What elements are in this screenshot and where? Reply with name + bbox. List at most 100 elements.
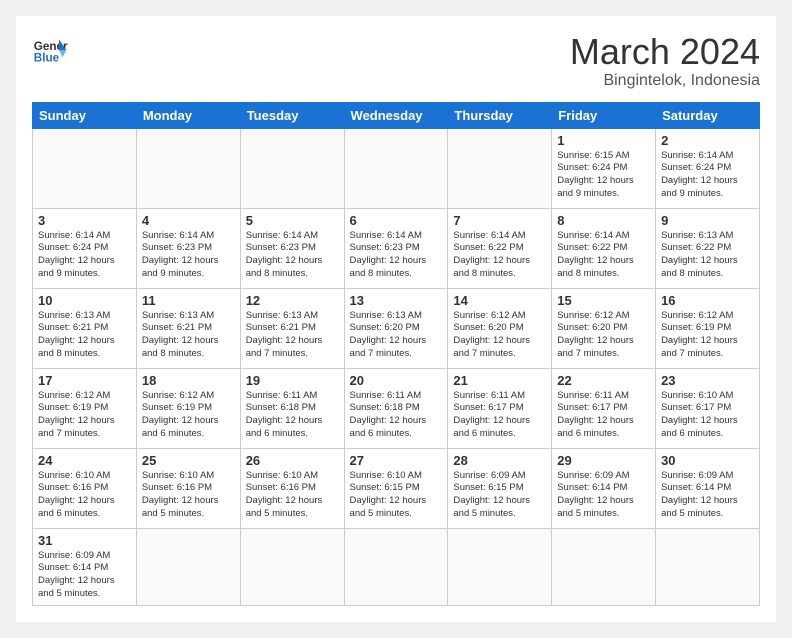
day-number: 22: [557, 373, 650, 388]
day-info: Sunrise: 6:11 AMSunset: 6:17 PMDaylight:…: [453, 390, 530, 439]
day-cell: 19 Sunrise: 6:11 AMSunset: 6:18 PMDayligh…: [240, 368, 344, 448]
day-cell: 24 Sunrise: 6:10 AMSunset: 6:16 PMDayligh…: [33, 448, 137, 528]
day-number: 16: [661, 293, 754, 308]
day-number: 19: [246, 373, 339, 388]
day-number: 9: [661, 213, 754, 228]
day-info: Sunrise: 6:13 AMSunset: 6:21 PMDaylight:…: [142, 310, 219, 359]
day-info: Sunrise: 6:12 AMSunset: 6:19 PMDaylight:…: [661, 310, 738, 359]
day-cell: 12Sunrise: 6:13 AMSunset: 6:21 PMDayligh…: [240, 288, 344, 368]
day-info: Sunrise: 6:13 AMSunset: 6:22 PMDaylight:…: [661, 230, 738, 279]
day-number: 2: [661, 133, 754, 148]
day-cell: [136, 528, 240, 605]
day-number: 10: [38, 293, 131, 308]
day-info: Sunrise: 6:09 AMSunset: 6:15 PMDaylight:…: [453, 470, 530, 519]
week-row-6: 31Sunrise: 6:09 AMSunset: 6:14 PMDayligh…: [33, 528, 760, 605]
week-row-5: 24 Sunrise: 6:10 AMSunset: 6:16 PMDayligh…: [33, 448, 760, 528]
header-row: SundayMondayTuesdayWednesdayThursdayFrid…: [33, 102, 760, 128]
day-number: 24: [38, 453, 131, 468]
col-header-tuesday: Tuesday: [240, 102, 344, 128]
day-cell: 9 Sunrise: 6:13 AMSunset: 6:22 PMDaylight…: [656, 208, 760, 288]
day-cell: 29 Sunrise: 6:09 AMSunset: 6:14 PMDayligh…: [552, 448, 656, 528]
day-cell: 30 Sunrise: 6:09 AMSunset: 6:14 PMDayligh…: [656, 448, 760, 528]
day-cell: 1Sunrise: 6:15 AMSunset: 6:24 PMDaylight…: [552, 128, 656, 208]
day-number: 6: [350, 213, 443, 228]
day-info: Sunrise: 6:11 AMSunset: 6:18 PMDaylight:…: [350, 390, 427, 439]
day-cell: 5 Sunrise: 6:14 AMSunset: 6:23 PMDaylight…: [240, 208, 344, 288]
col-header-wednesday: Wednesday: [344, 102, 448, 128]
day-number: 26: [246, 453, 339, 468]
calendar-header: General Blue March 2024 Bingintelok, Ind…: [32, 32, 760, 90]
day-cell: [448, 528, 552, 605]
day-cell: [448, 128, 552, 208]
col-header-thursday: Thursday: [448, 102, 552, 128]
day-number: 11: [142, 293, 235, 308]
day-cell: [240, 528, 344, 605]
day-info: Sunrise: 6:09 AMSunset: 6:14 PMDaylight:…: [557, 470, 634, 519]
day-info: Sunrise: 6:10 AMSunset: 6:17 PMDaylight:…: [661, 390, 738, 439]
svg-text:Blue: Blue: [34, 52, 60, 65]
day-info: Sunrise: 6:12 AMSunset: 6:19 PMDaylight:…: [142, 390, 219, 439]
day-cell: [344, 128, 448, 208]
day-number: 8: [557, 213, 650, 228]
day-cell: 15 Sunrise: 6:12 AMSunset: 6:20 PMDayligh…: [552, 288, 656, 368]
day-cell: 14Sunrise: 6:12 AMSunset: 6:20 PMDayligh…: [448, 288, 552, 368]
day-info: Sunrise: 6:12 AMSunset: 6:20 PMDaylight:…: [557, 310, 634, 359]
day-cell: 11 Sunrise: 6:13 AMSunset: 6:21 PMDayligh…: [136, 288, 240, 368]
day-number: 13: [350, 293, 443, 308]
day-info: Sunrise: 6:11 AMSunset: 6:18 PMDaylight:…: [246, 390, 323, 439]
day-number: 29: [557, 453, 650, 468]
col-header-friday: Friday: [552, 102, 656, 128]
day-cell: 17Sunrise: 6:12 AMSunset: 6:19 PMDayligh…: [33, 368, 137, 448]
day-number: 23: [661, 373, 754, 388]
day-number: 30: [661, 453, 754, 468]
day-cell: [33, 128, 137, 208]
day-cell: 16 Sunrise: 6:12 AMSunset: 6:19 PMDayligh…: [656, 288, 760, 368]
day-cell: 8 Sunrise: 6:14 AMSunset: 6:22 PMDaylight…: [552, 208, 656, 288]
day-cell: 20 Sunrise: 6:11 AMSunset: 6:18 PMDayligh…: [344, 368, 448, 448]
month-title: March 2024: [570, 32, 760, 72]
day-info: Sunrise: 6:13 AMSunset: 6:21 PMDaylight:…: [246, 310, 323, 359]
day-cell: 27Sunrise: 6:10 AMSunset: 6:15 PMDayligh…: [344, 448, 448, 528]
day-number: 15: [557, 293, 650, 308]
day-cell: 22 Sunrise: 6:11 AMSunset: 6:17 PMDayligh…: [552, 368, 656, 448]
logo: General Blue: [32, 32, 68, 68]
day-cell: [344, 528, 448, 605]
col-header-saturday: Saturday: [656, 102, 760, 128]
week-row-3: 10 Sunrise: 6:13 AMSunset: 6:21 PMDayligh…: [33, 288, 760, 368]
day-info: Sunrise: 6:09 AMSunset: 6:14 PMDaylight:…: [38, 550, 115, 599]
day-number: 5: [246, 213, 339, 228]
week-row-1: 1Sunrise: 6:15 AMSunset: 6:24 PMDaylight…: [33, 128, 760, 208]
title-block: March 2024 Bingintelok, Indonesia: [570, 32, 760, 90]
day-info: Sunrise: 6:09 AMSunset: 6:14 PMDaylight:…: [661, 470, 738, 519]
day-info: Sunrise: 6:11 AMSunset: 6:17 PMDaylight:…: [557, 390, 634, 439]
logo-icon: General Blue: [32, 32, 68, 68]
day-cell: [240, 128, 344, 208]
day-number: 18: [142, 373, 235, 388]
week-row-4: 17Sunrise: 6:12 AMSunset: 6:19 PMDayligh…: [33, 368, 760, 448]
day-cell: 7Sunrise: 6:14 AMSunset: 6:22 PMDaylight…: [448, 208, 552, 288]
day-info: Sunrise: 6:10 AMSunset: 6:16 PMDaylight:…: [246, 470, 323, 519]
day-info: Sunrise: 6:14 AMSunset: 6:23 PMDaylight:…: [350, 230, 427, 279]
day-info: Sunrise: 6:14 AMSunset: 6:24 PMDaylight:…: [661, 150, 738, 199]
calendar-table: SundayMondayTuesdayWednesdayThursdayFrid…: [32, 102, 760, 606]
day-info: Sunrise: 6:14 AMSunset: 6:22 PMDaylight:…: [557, 230, 634, 279]
day-cell: 6 Sunrise: 6:14 AMSunset: 6:23 PMDaylight…: [344, 208, 448, 288]
week-row-2: 3 Sunrise: 6:14 AMSunset: 6:24 PMDaylight…: [33, 208, 760, 288]
day-number: 27: [350, 453, 443, 468]
day-number: 7: [453, 213, 546, 228]
location-subtitle: Bingintelok, Indonesia: [570, 72, 760, 90]
day-info: Sunrise: 6:14 AMSunset: 6:23 PMDaylight:…: [142, 230, 219, 279]
day-info: Sunrise: 6:10 AMSunset: 6:16 PMDaylight:…: [38, 470, 115, 519]
day-cell: 4Sunrise: 6:14 AMSunset: 6:23 PMDaylight…: [136, 208, 240, 288]
day-number: 1: [557, 133, 650, 148]
day-info: Sunrise: 6:13 AMSunset: 6:21 PMDaylight:…: [38, 310, 115, 359]
col-header-monday: Monday: [136, 102, 240, 128]
day-cell: 23 Sunrise: 6:10 AMSunset: 6:17 PMDayligh…: [656, 368, 760, 448]
day-info: Sunrise: 6:10 AMSunset: 6:16 PMDaylight:…: [142, 470, 219, 519]
day-cell: [552, 528, 656, 605]
day-number: 20: [350, 373, 443, 388]
calendar-container: General Blue March 2024 Bingintelok, Ind…: [16, 16, 776, 622]
day-info: Sunrise: 6:14 AMSunset: 6:23 PMDaylight:…: [246, 230, 323, 279]
day-info: Sunrise: 6:14 AMSunset: 6:24 PMDaylight:…: [38, 230, 115, 279]
day-number: 3: [38, 213, 131, 228]
